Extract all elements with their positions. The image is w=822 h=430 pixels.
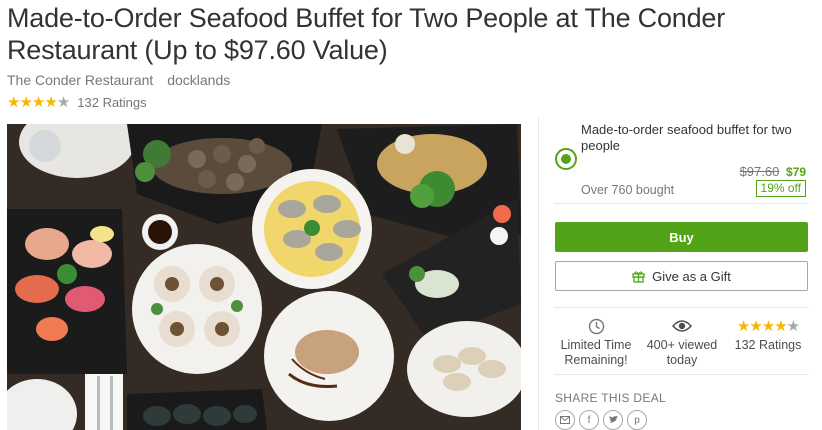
seafood-buffet-image <box>7 124 521 430</box>
clock-icon <box>588 318 604 334</box>
star-icon: ★ <box>7 93 21 111</box>
star-empty-icon: ★ <box>786 316 801 335</box>
option-prices: $97.60 $79 <box>740 164 806 179</box>
bought-count: Over 760 bought <box>581 183 675 197</box>
pinterest-icon[interactable]: p <box>627 410 647 430</box>
deal-price: $79 <box>785 165 806 179</box>
original-price: $97.60 <box>739 164 780 179</box>
twitter-icon[interactable] <box>603 410 623 430</box>
rating-stars: ★ ★ ★ ★ ★ <box>7 93 71 111</box>
deal-title: Made-to-Order Seafood Buffet for Two Peo… <box>7 3 726 65</box>
viewed-text: 400+ viewed today <box>646 338 718 367</box>
stat-viewed: 400+ viewed today <box>640 316 724 368</box>
star-icon: ★ <box>749 316 763 335</box>
star-icon: ★ <box>761 316 776 335</box>
ratings-count: 132 Ratings <box>77 95 147 110</box>
gift-label: Give as a Gift <box>652 268 731 284</box>
location-link[interactable]: docklands <box>167 72 230 88</box>
gift-icon <box>632 270 645 283</box>
star-icon: ★ <box>19 93 33 111</box>
merchant-link[interactable]: The Conder Restaurant <box>7 72 153 88</box>
star-icon: ★ <box>736 316 751 335</box>
limited-time-text: Limited Time Remaining! <box>560 338 632 367</box>
eye-icon <box>672 320 692 332</box>
star-icon: ★ <box>44 93 58 111</box>
buy-button[interactable]: Buy <box>555 222 808 252</box>
option-radio[interactable] <box>555 148 577 170</box>
share-label: SHARE THIS DEAL <box>555 391 666 405</box>
purchase-panel: Made-to-order seafood buffet for two peo… <box>538 118 822 430</box>
merchant-row: The Conder Restaurant docklands <box>7 72 240 88</box>
stat-limited-time: Limited Time Remaining! <box>554 316 638 368</box>
deal-stats: Limited Time Remaining! 400+ viewed toda… <box>554 307 809 375</box>
deal-photo[interactable] <box>7 124 521 430</box>
star-empty-icon: ★ <box>56 93 71 111</box>
star-icon: ★ <box>774 316 788 335</box>
share-icons: f p <box>555 410 651 430</box>
give-as-gift-button[interactable]: Give as a Gift <box>555 261 808 291</box>
star-icon: ★ <box>31 93 46 111</box>
facebook-icon[interactable]: f <box>579 410 599 430</box>
ratings-text: 132 Ratings <box>734 338 802 352</box>
discount-badge: 19% off <box>755 180 806 197</box>
deal-option[interactable]: Made-to-order seafood buffet for two peo… <box>554 118 809 204</box>
email-icon[interactable] <box>555 410 575 430</box>
stat-ratings[interactable]: ★ ★ ★ ★ ★ 132 Ratings <box>726 316 810 353</box>
rating-summary[interactable]: ★ ★ ★ ★ ★ 132 Ratings <box>7 93 147 111</box>
option-title: Made-to-order seafood buffet for two peo… <box>581 122 792 153</box>
